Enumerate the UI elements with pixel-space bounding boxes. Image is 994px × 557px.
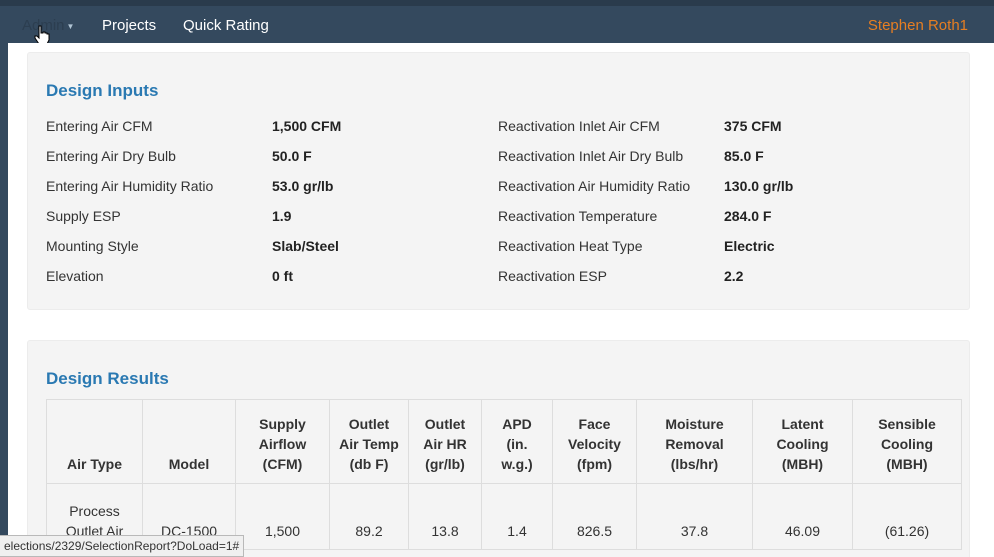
table-cell: 89.2: [329, 483, 409, 550]
table-cell-text: 1.4: [507, 523, 527, 539]
column-header-text: (fpm): [577, 456, 612, 472]
input-label: Reactivation Heat Type: [498, 238, 643, 254]
design-results-table: Air Type Model Supply Airflow (CFM) Outlet Air…: [46, 399, 962, 550]
input-label: Entering Air CFM: [46, 118, 153, 134]
table-cell: (61.26): [852, 483, 962, 550]
top-navbar: Admin ▼ Projects Quick Rating Stephen Rot…: [0, 0, 994, 43]
input-label: Reactivation ESP: [498, 268, 607, 284]
input-label: Reactivation Air Humidity Ratio: [498, 178, 691, 194]
column-header-text: Air Type: [67, 456, 122, 472]
column-header-text: Supply: [259, 416, 306, 432]
column-header-text: Face: [578, 416, 611, 432]
column-header-text: Air HR: [423, 436, 467, 452]
design-inputs-title: Design Inputs: [46, 81, 159, 100]
column-header-text: Velocity: [568, 436, 621, 452]
column-header-text: Sensible: [878, 416, 936, 432]
input-label: Entering Air Dry Bulb: [46, 148, 176, 164]
column-header: Sensible Cooling (MBH): [852, 399, 962, 484]
column-header-text: Latent: [781, 416, 824, 432]
table-cell: 1,500: [235, 483, 330, 550]
input-value: 53.0 gr/lb: [272, 178, 334, 194]
input-value: 0 ft: [272, 268, 293, 284]
column-header: Outlet Air Temp (db F): [329, 399, 409, 484]
hand-cursor-icon: [34, 25, 50, 45]
main-content: Design Inputs Entering Air CFM 1,500 CFM E…: [8, 43, 994, 557]
column-header: Supply Airflow (CFM): [235, 399, 330, 484]
column-header: Face Velocity (fpm): [552, 399, 637, 484]
column-header-text: Airflow: [258, 436, 307, 452]
table-cell: 46.09: [752, 483, 853, 550]
design-inputs-panel: Design Inputs Entering Air CFM 1,500 CFM E…: [27, 52, 970, 310]
input-value: 375 CFM: [724, 118, 782, 134]
input-value: 2.2: [724, 268, 744, 284]
column-header-text: (lbs/hr): [670, 456, 719, 472]
table-cell: 826.5: [552, 483, 637, 550]
table-cell-text: 13.8: [431, 523, 459, 539]
input-label: Supply ESP: [46, 208, 121, 224]
input-value: 284.0 F: [724, 208, 772, 224]
column-header-text: Cooling: [776, 436, 829, 452]
input-value: 130.0 gr/lb: [724, 178, 794, 194]
table-cell-text: (61.26): [884, 523, 930, 539]
nav-projects-link[interactable]: Projects: [102, 17, 156, 34]
user-menu[interactable]: Stephen Roth1: [868, 17, 968, 34]
input-label: Entering Air Humidity Ratio: [46, 178, 214, 194]
input-label: Mounting Style: [46, 238, 139, 254]
column-header-text: (CFM): [262, 456, 303, 472]
column-header-text: Air Temp: [339, 436, 399, 452]
input-value: Slab/Steel: [272, 238, 339, 254]
nav-quick-rating-link[interactable]: Quick Rating: [183, 17, 269, 34]
table-cell-text: Process: [69, 503, 120, 519]
table-cell-text: 89.2: [355, 523, 383, 539]
column-header-text: (db F): [349, 456, 389, 472]
status-bar-url: elections/2329/SelectionReport?DoLoad=1#: [0, 535, 245, 557]
column-header: Latent Cooling (MBH): [752, 399, 853, 484]
table-cell: 13.8: [408, 483, 482, 550]
chevron-down-icon: ▼: [66, 21, 75, 31]
table-cell: 37.8: [636, 483, 753, 550]
column-header-text: Model: [168, 456, 210, 472]
column-header-text: Outlet: [348, 416, 390, 432]
input-label: Reactivation Inlet Air CFM: [498, 118, 660, 134]
table-cell-text: 1,500: [264, 523, 301, 539]
column-header: APD (in. w.g.): [481, 399, 553, 484]
column-header-text: w.g.): [501, 456, 533, 472]
input-label: Reactivation Inlet Air Dry Bulb: [498, 148, 684, 164]
column-header-text: (gr/lb): [425, 456, 465, 472]
column-header-text: APD: [502, 416, 532, 432]
column-header-text: (in.: [506, 436, 528, 452]
column-header-text: (MBH): [781, 456, 824, 472]
column-header-text: Removal: [665, 436, 724, 452]
column-header: Model: [142, 399, 236, 484]
input-label: Elevation: [46, 268, 104, 284]
column-header: Moisture Removal (lbs/hr): [636, 399, 753, 484]
table-cell: 1.4: [481, 483, 553, 550]
table-cell-text: 46.09: [784, 523, 821, 539]
column-header: Outlet Air HR (gr/lb): [408, 399, 482, 484]
input-value: 85.0 F: [724, 148, 764, 164]
column-header: Air Type: [46, 399, 143, 484]
input-value: 1.9: [272, 208, 292, 224]
input-value: 1,500 CFM: [272, 118, 342, 134]
input-value: Electric: [724, 238, 775, 254]
column-header-text: Outlet: [424, 416, 466, 432]
column-header-text: Cooling: [880, 436, 934, 452]
table-cell-text: 826.5: [576, 523, 613, 539]
column-header-text: (MBH): [886, 456, 928, 472]
design-results-title: Design Results: [46, 369, 169, 388]
input-value: 50.0 F: [272, 148, 312, 164]
input-label: Reactivation Temperature: [498, 208, 658, 224]
table-cell-text: 37.8: [680, 523, 709, 539]
design-results-panel: Design Results Air Type Model Supply Airflo…: [27, 340, 970, 557]
table-header-row: Air Type Model Supply Airflow (CFM) Outlet Air…: [46, 399, 962, 484]
column-header-text: Moisture: [665, 416, 724, 432]
